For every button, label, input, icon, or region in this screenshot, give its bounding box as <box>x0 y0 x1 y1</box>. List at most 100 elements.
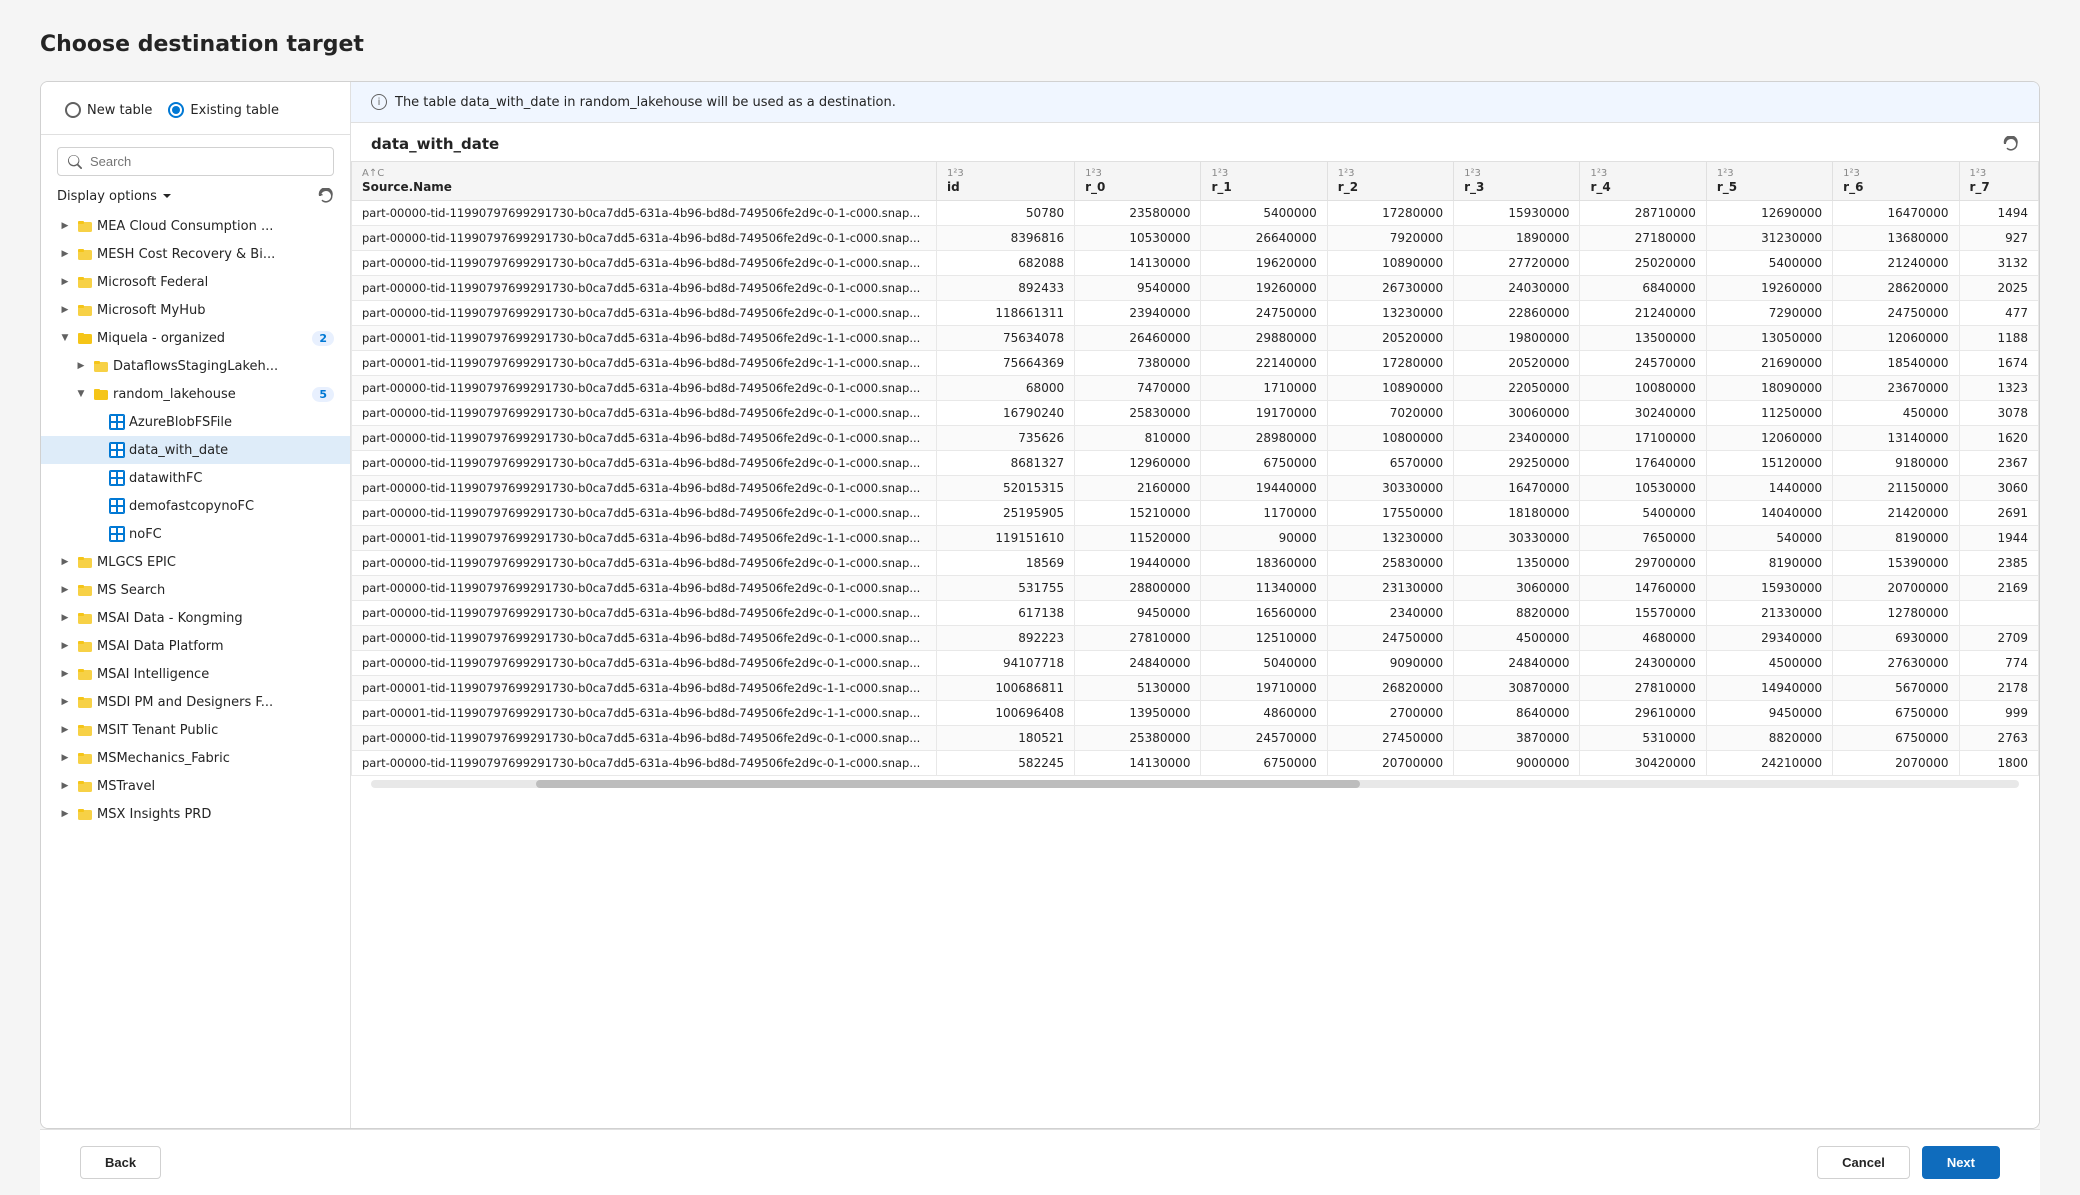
item-label-azureblob: AzureBlobFSFile <box>129 415 334 430</box>
tree-item-myhub[interactable]: Microsoft MyHub <box>41 296 350 324</box>
radio-group: New table Existing table <box>41 98 350 135</box>
folder-icon <box>93 386 109 402</box>
chevron-icon <box>57 806 73 822</box>
table-icon <box>109 526 125 542</box>
folder-icon <box>77 218 93 234</box>
tree-item-msai-intel[interactable]: MSAI Intelligence <box>41 660 350 688</box>
folder-icon <box>77 274 93 290</box>
item-label-data-with-date: data_with_date <box>129 443 334 458</box>
table-icon <box>109 470 125 486</box>
folder-icon <box>77 806 93 822</box>
radio-label-new: New table <box>87 103 152 118</box>
tree-item-datawithfc[interactable]: datawithFC <box>41 464 350 492</box>
item-label-datawithfc: datawithFC <box>129 471 334 486</box>
item-label-msai-platform: MSAI Data Platform <box>97 639 334 654</box>
table-row: part-00000-tid-11990797699291730-b0ca7dd… <box>352 626 2039 651</box>
refresh-icon[interactable] <box>318 188 334 204</box>
tree-item-msmechanics[interactable]: MSMechanics_Fabric <box>41 744 350 772</box>
info-icon: i <box>371 94 387 110</box>
tree-item-mssearch[interactable]: MS Search <box>41 576 350 604</box>
tree-item-data-with-date[interactable]: data_with_date <box>41 436 350 464</box>
next-button[interactable]: Next <box>1922 1146 2000 1179</box>
tree-item-mlgcs[interactable]: MLGCS EPIC <box>41 548 350 576</box>
folder-icon <box>77 554 93 570</box>
refresh-icon-table[interactable] <box>2003 136 2019 152</box>
tree-item-azureblob[interactable]: AzureBlobFSFile <box>41 408 350 436</box>
data-table-wrapper[interactable]: A↑C Source.Name 1²3 id <box>351 161 2039 1128</box>
item-label-msai-kongming: MSAI Data - Kongming <box>97 611 334 626</box>
right-panel: i The table data_with_date in random_lak… <box>351 82 2039 1128</box>
tree-item-mstravel[interactable]: MSTravel <box>41 772 350 800</box>
table-row: part-00001-tid-11990797699291730-b0ca7dd… <box>352 676 2039 701</box>
radio-existing-table[interactable]: Existing table <box>160 98 287 122</box>
item-label-mssearch: MS Search <box>97 583 334 598</box>
chevron-icon <box>73 386 89 402</box>
cancel-button[interactable]: Cancel <box>1817 1146 1910 1179</box>
radio-circle-existing <box>168 102 184 118</box>
tree-item-mea[interactable]: MEA Cloud Consumption ... <box>41 212 350 240</box>
tree-item-msit[interactable]: MSIT Tenant Public <box>41 716 350 744</box>
item-label-mlgcs: MLGCS EPIC <box>97 555 334 570</box>
footer: Back Cancel Next <box>40 1129 2040 1195</box>
chevron-icon <box>57 330 73 346</box>
chevron-icon <box>57 274 73 290</box>
display-options-button[interactable]: Display options <box>57 189 173 204</box>
display-options-label: Display options <box>57 189 157 204</box>
folder-icon <box>77 694 93 710</box>
chevron-icon <box>57 246 73 262</box>
tree-container: MEA Cloud Consumption ... MESH Cost Reco… <box>41 212 350 1128</box>
col-header-r1: 1²3 r_1 <box>1201 162 1327 201</box>
col-header-r4: 1²3 r_4 <box>1580 162 1706 201</box>
tree-item-dataflows[interactable]: DataflowsStagingLakeh... <box>41 352 350 380</box>
scrollbar-thumb <box>536 780 1360 788</box>
col-header-r5: 1²3 r_5 <box>1706 162 1832 201</box>
col-header-r3: 1²3 r_3 <box>1454 162 1580 201</box>
tree-item-msdi[interactable]: MSDI PM and Designers F... <box>41 688 350 716</box>
item-label-myhub: Microsoft MyHub <box>97 303 334 318</box>
tree-item-msx[interactable]: MSX Insights PRD <box>41 800 350 828</box>
data-table: A↑C Source.Name 1²3 id <box>351 161 2039 776</box>
table-icon <box>109 414 125 430</box>
tree-item-nofc[interactable]: noFC <box>41 520 350 548</box>
search-box <box>57 147 334 176</box>
radio-new-table[interactable]: New table <box>57 98 160 122</box>
table-row: part-00001-tid-11990797699291730-b0ca7dd… <box>352 326 2039 351</box>
item-label-msdi: MSDI PM and Designers F... <box>97 695 334 710</box>
table-row: part-00000-tid-11990797699291730-b0ca7dd… <box>352 501 2039 526</box>
col-header-source: A↑C Source.Name <box>352 162 937 201</box>
chevron-icon <box>57 722 73 738</box>
left-panel: New table Existing table Display options <box>41 82 351 1128</box>
item-label-random-lakehouse: random_lakehouse <box>113 387 308 402</box>
table-row: part-00001-tid-11990797699291730-b0ca7dd… <box>352 701 2039 726</box>
table-header-row: data_with_date <box>351 123 2039 161</box>
item-label-mesh: MESH Cost Recovery & Bi... <box>97 247 334 262</box>
item-label-msft-federal: Microsoft Federal <box>97 275 334 290</box>
tree-item-msft-federal[interactable]: Microsoft Federal <box>41 268 350 296</box>
folder-icon <box>77 638 93 654</box>
tree-item-demofastcopy[interactable]: demofastcopynoFC <box>41 492 350 520</box>
chevron-icon <box>57 302 73 318</box>
table-row: part-00000-tid-11990797699291730-b0ca7dd… <box>352 226 2039 251</box>
table-row: part-00000-tid-11990797699291730-b0ca7dd… <box>352 576 2039 601</box>
item-label-msai-intel: MSAI Intelligence <box>97 667 334 682</box>
tree-item-miquela[interactable]: Miquela - organized 2 <box>41 324 350 352</box>
col-header-r7: 1²3 r_7 <box>1959 162 2038 201</box>
item-label-nofc: noFC <box>129 527 334 542</box>
tree-item-random-lakehouse[interactable]: random_lakehouse 5 <box>41 380 350 408</box>
table-row: part-00001-tid-11990797699291730-b0ca7dd… <box>352 351 2039 376</box>
horizontal-scrollbar[interactable] <box>371 780 2019 788</box>
tree-item-msai-platform[interactable]: MSAI Data Platform <box>41 632 350 660</box>
back-button[interactable]: Back <box>80 1146 161 1179</box>
folder-icon <box>77 750 93 766</box>
badge-random: 5 <box>312 387 334 402</box>
search-input[interactable] <box>90 154 323 169</box>
table-row: part-00000-tid-11990797699291730-b0ca7dd… <box>352 726 2039 751</box>
search-icon <box>68 155 82 169</box>
item-label-mstravel: MSTravel <box>97 779 334 794</box>
col-header-id: 1²3 id <box>937 162 1075 201</box>
folder-icon <box>77 330 93 346</box>
item-label-msmechanics: MSMechanics_Fabric <box>97 751 334 766</box>
item-label-demofastcopy: demofastcopynoFC <box>129 499 334 514</box>
tree-item-msai-kongming[interactable]: MSAI Data - Kongming <box>41 604 350 632</box>
tree-item-mesh[interactable]: MESH Cost Recovery & Bi... <box>41 240 350 268</box>
